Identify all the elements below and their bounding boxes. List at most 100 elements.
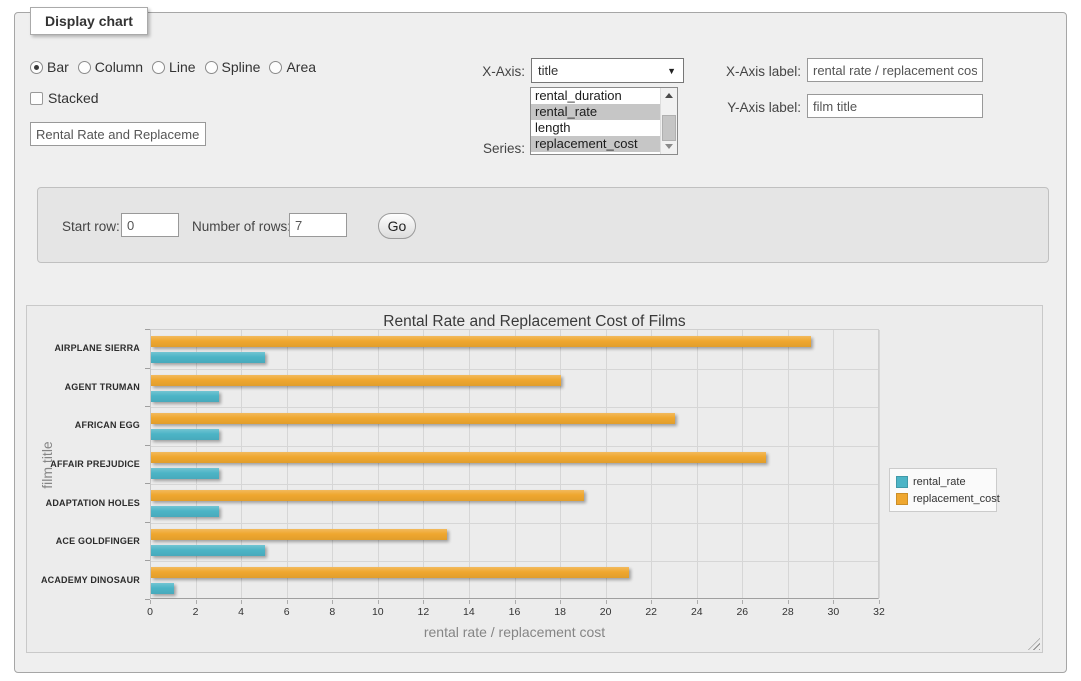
category-label: ACE GOLDFINGER [30,536,140,546]
legend-item-rental_rate[interactable]: rental_rate [896,473,990,490]
x-axis-tick [287,600,288,604]
stacked-checkbox-row[interactable]: Stacked [30,90,99,106]
bar-replacement-cost [151,375,561,386]
y-axis-label-input[interactable] [807,94,983,118]
radio-button-icon[interactable] [78,61,91,74]
series-option-rental_rate[interactable]: rental_rate [531,104,660,120]
chart-type-radio-group: Bar Column Line Spline Area [30,59,316,75]
x-axis-tick-label: 4 [238,606,244,618]
x-axis-tick-label: 2 [193,606,199,618]
num-rows-label: Number of rows: [192,219,291,234]
scroll-up-icon[interactable] [661,88,677,103]
scrollbar-thumb[interactable] [662,115,676,141]
chart-type-option-label: Spline [222,59,261,75]
x-axis-tick [378,600,379,604]
legend-swatch-icon [896,476,908,488]
grid-line-horizontal [151,523,878,524]
grid-line-vertical [469,330,470,598]
category-label: ADAPTATION HOLES [30,498,140,508]
x-axis-tick-label: 6 [284,606,290,618]
series-scrollbar[interactable] [660,88,677,154]
chart-type-option-spline[interactable]: Spline [205,59,261,75]
grid-line-horizontal [151,484,878,485]
grid-line-horizontal [151,446,878,447]
bar-replacement-cost [151,529,447,540]
scroll-down-icon[interactable] [661,139,677,154]
radio-button-icon[interactable] [205,61,218,74]
bar-rental-rate [151,545,265,556]
bar-rental-rate [151,506,219,517]
radio-button-icon[interactable] [152,61,165,74]
bar-replacement-cost [151,452,766,463]
legend-item-replacement_cost[interactable]: replacement_cost [896,490,990,507]
bar-rental-rate [151,468,219,479]
x-axis-tick [469,600,470,604]
bar-rental-rate [151,583,174,594]
x-axis-tick-label: 28 [782,606,794,618]
x-axis-tick [515,600,516,604]
x-axis-select[interactable]: title ▼ [531,58,684,83]
x-axis-tick [879,600,880,604]
radio-button-icon[interactable] [30,61,43,74]
series-option-rental_duration[interactable]: rental_duration [531,88,660,104]
grid-line-horizontal [151,561,878,562]
y-axis-label-label: Y-Axis label: [715,100,801,115]
rows-panel: Start row: Number of rows: Go [37,187,1049,263]
x-axis-label-input[interactable] [807,58,983,82]
bar-rental-rate [151,352,265,363]
chart-type-option-label: Bar [47,59,69,75]
x-axis-select-label: X-Axis: [465,64,525,79]
num-rows-input[interactable] [289,213,347,237]
go-button[interactable]: Go [378,213,416,239]
chevron-down-icon: ▼ [667,66,683,76]
start-row-input[interactable] [121,213,179,237]
category-label: ACADEMY DINOSAUR [30,575,140,585]
grid-line-vertical [788,330,789,598]
bar-rental-rate [151,391,219,402]
x-axis-tick [332,600,333,604]
x-axis-tick-label: 26 [736,606,748,618]
chart-type-option-column[interactable]: Column [78,59,143,75]
grid-line-vertical [423,330,424,598]
category-label: AFFAIR PREJUDICE [30,459,140,469]
legend-label: rental_rate [913,476,966,488]
bar-replacement-cost [151,567,629,578]
grid-line-vertical [241,330,242,598]
grid-line-vertical [833,330,834,598]
grid-line-vertical [560,330,561,598]
grid-line-horizontal [151,369,878,370]
chart-type-option-label: Area [286,59,316,75]
grid-line-vertical [697,330,698,598]
x-axis-tick-label: 16 [509,606,521,618]
y-axis-tick [145,329,150,330]
radio-button-icon[interactable] [269,61,282,74]
x-axis-label-label: X-Axis label: [715,64,801,79]
chart-title-input[interactable] [30,122,206,146]
grid-line-vertical [332,330,333,598]
x-axis-tick-label: 12 [418,606,430,618]
grid-line-vertical [742,330,743,598]
x-axis-tick-label: 30 [828,606,840,618]
x-axis-tick [651,600,652,604]
resize-handle-icon[interactable] [1028,638,1040,650]
x-axis-tick [606,600,607,604]
stacked-checkbox[interactable] [30,92,43,105]
bar-replacement-cost [151,490,584,501]
grid-line-vertical [378,330,379,598]
chart-type-option-line[interactable]: Line [152,59,195,75]
bar-rental-rate [151,429,219,440]
x-axis-tick [788,600,789,604]
chart-type-option-area[interactable]: Area [269,59,316,75]
bar-replacement-cost [151,336,811,347]
chart-type-option-bar[interactable]: Bar [30,59,69,75]
series-option-length[interactable]: length [531,120,660,136]
series-options: rental_durationrental_ratelengthreplacem… [531,88,660,154]
series-option-replacement_cost[interactable]: replacement_cost [531,136,660,152]
display-chart-page: Display chart BarColumnLineSplineArea St… [0,0,1081,681]
chart-x-axis-title: rental rate / replacement cost [150,624,879,640]
x-axis-tick-label: 32 [873,606,885,618]
stacked-label: Stacked [48,90,99,106]
x-axis-tick [196,600,197,604]
grid-line-vertical [606,330,607,598]
x-axis-tick [423,600,424,604]
